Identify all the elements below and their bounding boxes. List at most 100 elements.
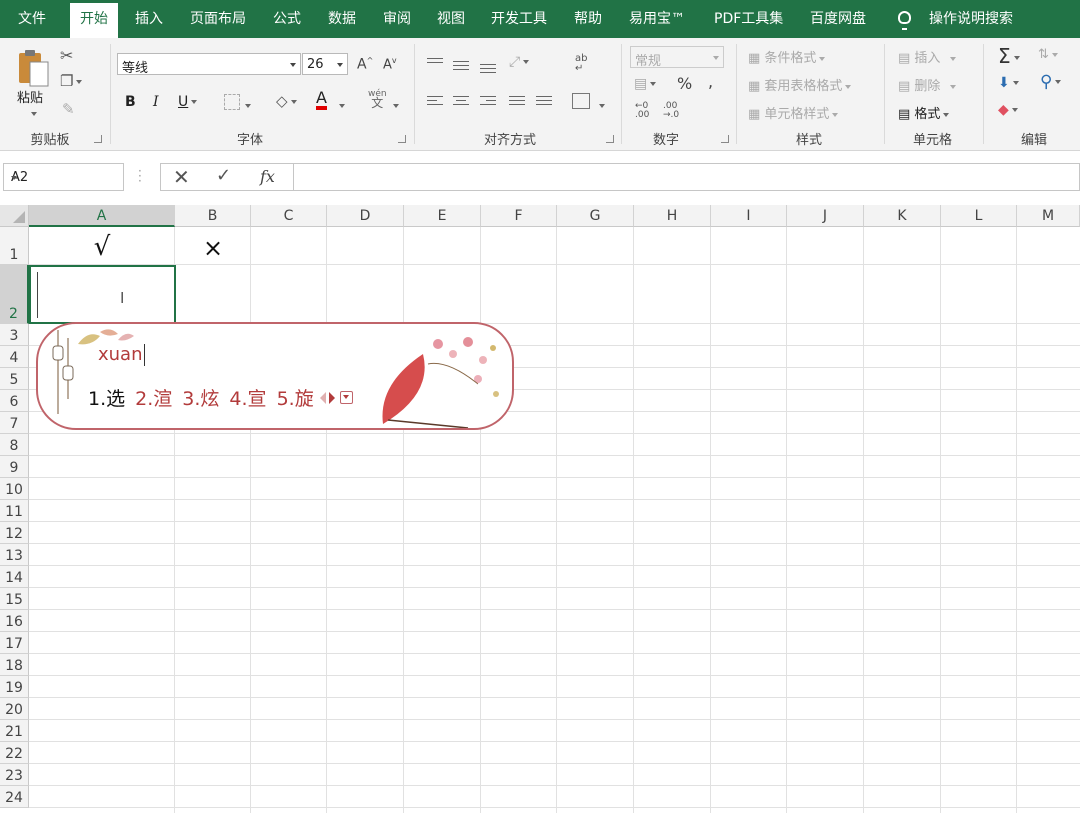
format-as-table-button[interactable]: ▦ 套用表格格式 [748,75,852,94]
row-header-2[interactable]: 2 [0,265,29,324]
row-header-10[interactable]: 10 [0,478,29,500]
cancel-icon[interactable]: ✕ [173,165,190,189]
column-header-D[interactable]: D [327,205,404,227]
column-header-B[interactable]: B [175,205,251,227]
fill-icon[interactable]: ⬇ [998,75,1019,91]
column-header-E[interactable]: E [404,205,481,227]
row-header-14[interactable]: 14 [0,566,29,588]
tab-insert[interactable]: 插入 [135,0,163,38]
tab-baidu-netdisk[interactable]: 百度网盘 [810,0,866,38]
font-name-select[interactable]: 等线 [117,53,301,76]
underline-button[interactable]: U [178,94,198,110]
row-header-13[interactable]: 13 [0,544,29,566]
row-header-7[interactable]: 7 [0,412,29,434]
paste-dropdown-icon[interactable] [28,106,37,120]
decrease-decimal-icon[interactable]: .00 →.0 [663,102,679,120]
delete-cells-button[interactable]: ▤ 删除 [898,75,957,94]
fill-color-icon[interactable]: ◇ [276,92,297,110]
prev-page-icon[interactable] [320,391,326,404]
font-color-dropdown-icon[interactable] [336,98,345,112]
number-format-select[interactable]: 常规 [630,46,724,69]
formula-input[interactable] [293,163,1080,191]
tab-data[interactable]: 数据 [328,0,356,38]
number-launcher-icon[interactable] [721,135,729,143]
wrap-text-icon[interactable]: ab ↵ [575,54,587,74]
tab-developer[interactable]: 开发工具 [491,0,547,38]
row-header-16[interactable]: 16 [0,610,29,632]
autosum-icon[interactable]: Σ [998,44,1020,68]
formula-bar-grip-icon[interactable]: · · · [138,165,142,187]
active-cell-A2[interactable]: I [29,265,176,324]
column-header-G[interactable]: G [557,205,634,227]
column-header-I[interactable]: I [711,205,787,227]
column-header-J[interactable]: J [787,205,864,227]
ime-candidate[interactable]: 3.炫 [182,388,219,410]
align-right-icon[interactable] [480,96,496,108]
row-header-20[interactable]: 20 [0,698,29,720]
cut-icon[interactable]: ✂ [60,46,73,65]
row-header-24[interactable]: 24 [0,786,29,808]
row-header-9[interactable]: 9 [0,456,29,478]
find-select-icon[interactable]: ⚲ [1040,72,1062,92]
phonetic-icon[interactable]: wén 文 [368,90,387,110]
orientation-icon[interactable]: ⤢ [509,54,530,70]
ime-candidate[interactable]: 1.选 [88,388,125,410]
column-header-M[interactable]: M [1017,205,1080,227]
percent-button[interactable]: % [677,74,692,93]
enter-icon[interactable]: ✓ [216,165,231,186]
ime-candidate[interactable]: 4.宣 [229,388,266,410]
row-header-17[interactable]: 17 [0,632,29,654]
tab-home[interactable]: 开始 [70,3,118,38]
row-header-15[interactable]: 15 [0,588,29,610]
ime-menu-icon[interactable] [340,391,353,404]
tab-review[interactable]: 审阅 [383,0,411,38]
column-header-C[interactable]: C [251,205,327,227]
tab-help[interactable]: 帮助 [574,0,602,38]
column-header-L[interactable]: L [941,205,1017,227]
align-left-icon[interactable] [427,96,443,108]
align-center-icon[interactable] [453,96,469,108]
tab-view[interactable]: 视图 [437,0,465,38]
align-bottom-icon[interactable] [480,64,496,76]
increase-decimal-icon[interactable]: ←0.00 [635,102,649,120]
row-header-1[interactable]: 1 [0,227,29,265]
format-painter-icon[interactable]: ✎ [62,100,75,118]
lightbulb-icon[interactable] [898,11,911,30]
tab-pdf-tools[interactable]: PDF工具集 [714,0,783,38]
row-header-21[interactable]: 21 [0,720,29,742]
paste-icon[interactable] [16,48,50,88]
cell-B1[interactable]: × [175,228,251,268]
column-header-A[interactable]: A [29,205,175,227]
grow-font-button[interactable]: A^ [357,56,373,73]
borders-dropdown-icon[interactable] [242,98,251,112]
row-header-6[interactable]: 6 [0,390,29,412]
next-page-icon[interactable] [329,391,335,404]
row-header-23[interactable]: 23 [0,764,29,786]
tell-me-search[interactable]: 操作说明搜索 [929,0,1013,38]
clear-icon[interactable]: ◆ [998,102,1018,118]
comma-button[interactable]: , [708,72,713,91]
tab-page-layout[interactable]: 页面布局 [190,0,246,38]
ime-candidate[interactable]: 2.渲 [135,388,172,410]
tab-yiyongbao[interactable]: 易用宝™ [629,0,685,38]
row-header-22[interactable]: 22 [0,742,29,764]
row-header-11[interactable]: 11 [0,500,29,522]
borders-icon[interactable] [224,94,240,110]
italic-button[interactable]: I [153,94,159,110]
sort-filter-icon[interactable]: ⇅ [1038,47,1058,62]
select-all-button[interactable] [0,205,29,227]
clipboard-launcher-icon[interactable] [94,135,102,143]
paste-label[interactable]: 粘贴 [17,87,43,106]
row-header-3[interactable]: 3 [0,324,29,346]
decrease-indent-icon[interactable] [509,96,525,108]
shrink-font-button[interactable]: Av [383,56,397,72]
align-top-icon[interactable] [427,58,443,66]
increase-indent-icon[interactable] [536,96,552,108]
merge-dropdown-icon[interactable] [596,98,605,112]
copy-icon[interactable]: ❐ [60,72,83,90]
cell-A1[interactable]: √ [29,228,175,266]
merge-center-icon[interactable] [572,93,590,109]
font-size-select[interactable]: 26 [302,53,348,75]
format-cells-button[interactable]: ▤ 格式 [898,103,950,122]
column-header-K[interactable]: K [864,205,941,227]
